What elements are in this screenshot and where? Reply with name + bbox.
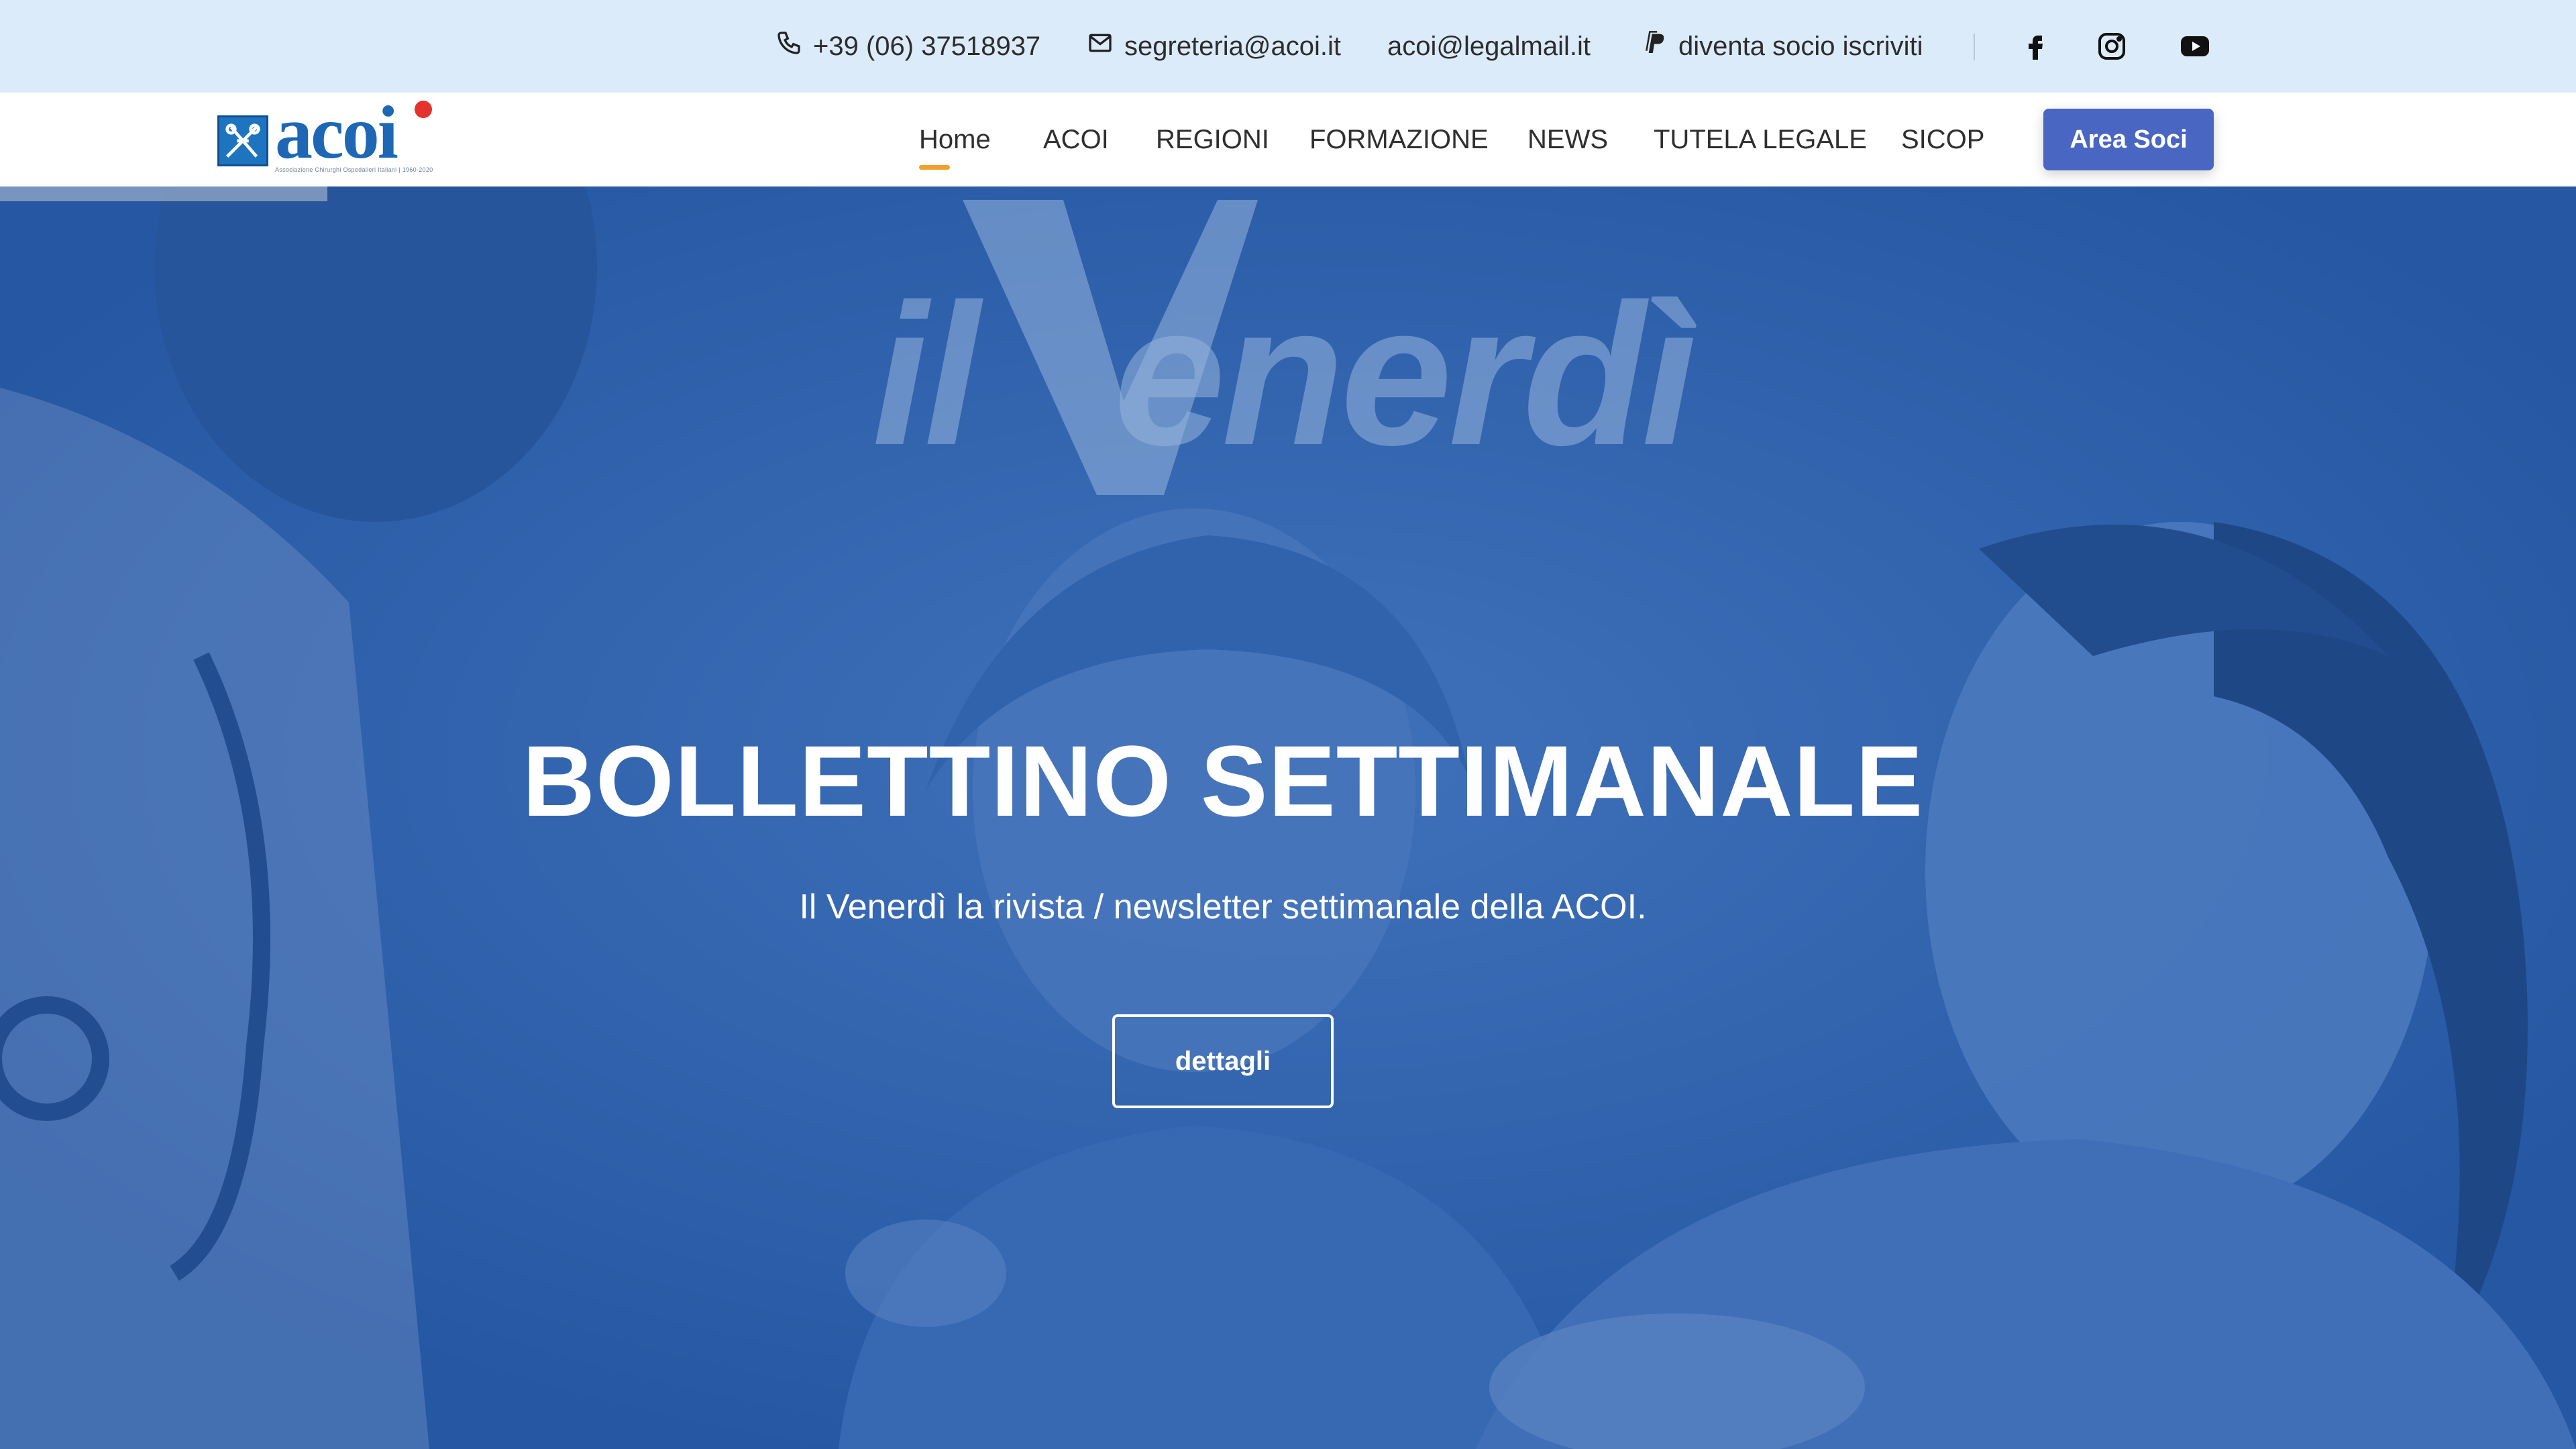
nav-formazione[interactable]: FORMAZIONE	[1309, 125, 1489, 155]
nav-home[interactable]: Home	[919, 125, 991, 170]
dettagli-button[interactable]: dettagli	[1112, 1014, 1334, 1108]
join-text: diventa socio iscriviti	[1678, 31, 1923, 61]
logo-emblem-icon	[217, 115, 268, 166]
nav-tutela-legale[interactable]: TUTELA LEGALE	[1654, 125, 1867, 155]
hero-title: BOLLETTINO SETTIMANALE	[522, 724, 1924, 837]
nav-acoi[interactable]: ACOI	[1043, 125, 1109, 155]
facebook-icon[interactable]	[2015, 27, 2055, 66]
main-navbar: acoi Associazione Chirurghi Ospedalieri …	[0, 93, 2576, 186]
topbar-divider	[1974, 34, 1975, 60]
pec-text: acoi@legalmail.it	[1387, 31, 1591, 61]
email-link[interactable]: segreteria@acoi.it	[1087, 0, 1341, 93]
brand-il: il	[872, 262, 980, 487]
email-text: segreteria@acoi.it	[1124, 31, 1341, 61]
hero-subtitle: Il Venerdì la rivista / newsletter setti…	[799, 888, 1647, 926]
nav-regioni[interactable]: REGIONI	[1156, 125, 1269, 155]
brand-venerdi: enerdì	[1114, 262, 1697, 487]
phone-link[interactable]: +39 (06) 37518937	[775, 0, 1040, 93]
contact-bar: +39 (06) 37518937 segreteria@acoi.it aco…	[0, 0, 2576, 93]
mail-icon	[1087, 30, 1114, 63]
paypal-icon	[1641, 30, 1668, 63]
logo-wordmark: acoi	[275, 91, 398, 174]
nav-sicop[interactable]: SICOP	[1901, 125, 1984, 155]
nav-news[interactable]: NEWS	[1527, 125, 1608, 155]
join-link[interactable]: diventa socio iscriviti	[1641, 0, 1923, 93]
area-soci-button[interactable]: Area Soci	[2043, 109, 2214, 170]
hero-banner: il enerdì BOLLETTINO SETTIMANALE Il Vene…	[0, 186, 2576, 1449]
phone-text: +39 (06) 37518937	[813, 31, 1041, 61]
logo-dot	[415, 101, 432, 118]
il-venerdi-brand: il enerdì	[872, 200, 1811, 495]
youtube-icon[interactable]	[2175, 27, 2215, 66]
logo-tagline: Associazione Chirurghi Ospedalieri Itali…	[275, 166, 433, 173]
pec-link[interactable]: acoi@legalmail.it	[1387, 0, 1591, 93]
phone-icon	[775, 30, 802, 63]
instagram-icon[interactable]	[2092, 27, 2132, 66]
acoi-logo[interactable]: acoi Associazione Chirurghi Ospedalieri …	[213, 91, 448, 184]
hero-progress-strip	[0, 186, 327, 201]
